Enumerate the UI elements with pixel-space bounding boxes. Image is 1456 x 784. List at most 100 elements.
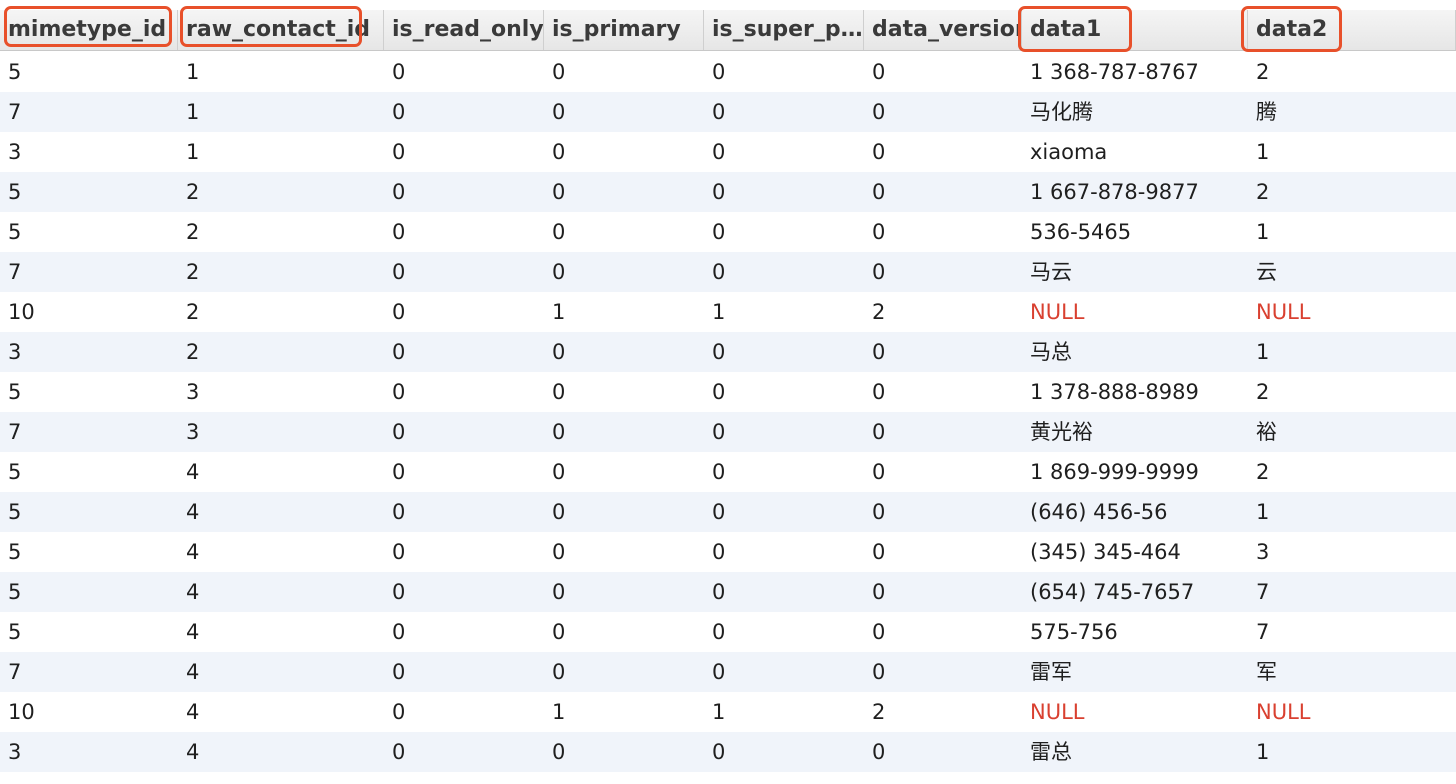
cell-mimetype-id[interactable]: 5: [0, 492, 178, 532]
cell-data-version[interactable]: 0: [864, 412, 1022, 452]
cell-data2[interactable]: 2: [1248, 372, 1456, 412]
cell-data1[interactable]: (345) 345-464: [1022, 532, 1248, 572]
cell-mimetype-id[interactable]: 5: [0, 452, 178, 492]
cell-raw-contact-id[interactable]: 4: [178, 612, 384, 652]
cell-mimetype-id[interactable]: 5: [0, 172, 178, 212]
cell-is-super-primary[interactable]: 0: [704, 732, 864, 772]
column-header-data-version[interactable]: data_version: [864, 10, 1022, 50]
cell-is-primary[interactable]: 0: [544, 172, 704, 212]
cell-data1[interactable]: NULL: [1022, 692, 1248, 732]
column-header-raw-contact-id[interactable]: raw_contact_id: [178, 10, 384, 50]
cell-data-version[interactable]: 0: [864, 492, 1022, 532]
cell-raw-contact-id[interactable]: 4: [178, 532, 384, 572]
cell-mimetype-id[interactable]: 3: [0, 332, 178, 372]
cell-is-read-only[interactable]: 0: [384, 492, 544, 532]
table-row[interactable]: 5200001 667-878-9877 2: [0, 172, 1456, 212]
cell-is-super-primary[interactable]: 0: [704, 452, 864, 492]
table-row[interactable]: 5 4 0 0 0 0 (345) 345-464 3: [0, 532, 1456, 572]
cell-mimetype-id[interactable]: 10: [0, 292, 178, 332]
cell-is-read-only[interactable]: 0: [384, 612, 544, 652]
cell-is-super-primary[interactable]: 0: [704, 652, 864, 692]
cell-is-primary[interactable]: 0: [544, 52, 704, 92]
cell-data2[interactable]: 1: [1248, 732, 1456, 772]
cell-is-primary[interactable]: 0: [544, 572, 704, 612]
table-row[interactable]: 5400001 869-999-9999 2: [0, 452, 1456, 492]
cell-data-version[interactable]: 0: [864, 332, 1022, 372]
cell-raw-contact-id[interactable]: 3: [178, 412, 384, 452]
cell-data2[interactable]: 2: [1248, 452, 1456, 492]
cell-data1[interactable]: 马化腾: [1022, 92, 1248, 132]
table-row[interactable]: 5100001 368-787-8767 2: [0, 52, 1456, 92]
cell-data1[interactable]: 1 368-787-8767: [1022, 52, 1248, 92]
column-header-is-super-primary[interactable]: is_super_p…: [704, 10, 864, 50]
cell-raw-contact-id[interactable]: 1: [178, 52, 384, 92]
cell-data2[interactable]: 3: [1248, 532, 1456, 572]
cell-data-version[interactable]: 0: [864, 212, 1022, 252]
cell-mimetype-id[interactable]: 7: [0, 652, 178, 692]
cell-is-read-only[interactable]: 0: [384, 532, 544, 572]
cell-data2[interactable]: 军: [1248, 652, 1456, 692]
cell-is-super-primary[interactable]: 0: [704, 572, 864, 612]
cell-is-super-primary[interactable]: 0: [704, 492, 864, 532]
cell-raw-contact-id[interactable]: 1: [178, 92, 384, 132]
cell-raw-contact-id[interactable]: 2: [178, 172, 384, 212]
cell-data1[interactable]: 1 869-999-9999: [1022, 452, 1248, 492]
cell-data1[interactable]: (646) 456-56: [1022, 492, 1248, 532]
cell-data2[interactable]: 2: [1248, 52, 1456, 92]
table-row[interactable]: 7 4 0 0 0 0 雷军军: [0, 652, 1456, 692]
cell-is-read-only[interactable]: 0: [384, 452, 544, 492]
table-row[interactable]: 3 2 0 0 0 0 马总 1: [0, 332, 1456, 372]
column-header-is-primary[interactable]: is_primary: [544, 10, 704, 50]
table-row[interactable]: 5 2 0 0 0 0 536-5465 1: [0, 212, 1456, 252]
cell-data-version[interactable]: 0: [864, 252, 1022, 292]
cell-is-read-only[interactable]: 0: [384, 292, 544, 332]
cell-data2[interactable]: NULL: [1248, 292, 1456, 332]
cell-raw-contact-id[interactable]: 2: [178, 292, 384, 332]
cell-raw-contact-id[interactable]: 4: [178, 492, 384, 532]
cell-data1[interactable]: 575-756: [1022, 612, 1248, 652]
table-row[interactable]: 5300001 378-888-8989 2: [0, 372, 1456, 412]
table-row[interactable]: 10 4 0 1 1 2 NULL NULL: [0, 692, 1456, 732]
cell-is-primary[interactable]: 0: [544, 412, 704, 452]
cell-data1[interactable]: 536-5465: [1022, 212, 1248, 252]
column-header-data2[interactable]: data2: [1248, 10, 1456, 50]
cell-data1[interactable]: NULL: [1022, 292, 1248, 332]
cell-data2[interactable]: 2: [1248, 172, 1456, 212]
cell-data-version[interactable]: 0: [864, 172, 1022, 212]
cell-data-version[interactable]: 0: [864, 732, 1022, 772]
cell-is-super-primary[interactable]: 0: [704, 172, 864, 212]
cell-raw-contact-id[interactable]: 1: [178, 132, 384, 172]
cell-data1[interactable]: 马云: [1022, 252, 1248, 292]
cell-mimetype-id[interactable]: 10: [0, 692, 178, 732]
cell-data2[interactable]: 7: [1248, 572, 1456, 612]
column-header-data1[interactable]: data1: [1022, 10, 1248, 50]
cell-is-super-primary[interactable]: 0: [704, 372, 864, 412]
cell-mimetype-id[interactable]: 5: [0, 532, 178, 572]
cell-is-super-primary[interactable]: 0: [704, 212, 864, 252]
cell-is-super-primary[interactable]: 0: [704, 52, 864, 92]
cell-data1[interactable]: 1 667-878-9877: [1022, 172, 1248, 212]
cell-is-primary[interactable]: 0: [544, 332, 704, 372]
cell-data-version[interactable]: 0: [864, 92, 1022, 132]
cell-data1[interactable]: 黄光裕: [1022, 412, 1248, 452]
cell-is-read-only[interactable]: 0: [384, 732, 544, 772]
cell-is-read-only[interactable]: 0: [384, 572, 544, 612]
cell-mimetype-id[interactable]: 5: [0, 212, 178, 252]
table-row[interactable]: 5 4 0 0 0 0 (646) 456-56 1: [0, 492, 1456, 532]
column-header-mimetype-id[interactable]: mimetype_id: [0, 10, 178, 50]
cell-is-primary[interactable]: 0: [544, 732, 704, 772]
cell-data1[interactable]: 马总: [1022, 332, 1248, 372]
table-row[interactable]: 3 1 0 0 0 0 xiaoma 1: [0, 132, 1456, 172]
cell-is-super-primary[interactable]: 1: [704, 692, 864, 732]
cell-data2[interactable]: 1: [1248, 332, 1456, 372]
cell-data2[interactable]: 1: [1248, 132, 1456, 172]
cell-mimetype-id[interactable]: 3: [0, 132, 178, 172]
cell-data2[interactable]: NULL: [1248, 692, 1456, 732]
cell-raw-contact-id[interactable]: 2: [178, 332, 384, 372]
cell-is-primary[interactable]: 0: [544, 452, 704, 492]
table-row[interactable]: 7 2 0 0 0 0 马云云: [0, 252, 1456, 292]
cell-mimetype-id[interactable]: 7: [0, 92, 178, 132]
table-row[interactable]: 5 4 0 0 0 0 (654) 745-7657 7: [0, 572, 1456, 612]
cell-mimetype-id[interactable]: 5: [0, 372, 178, 412]
cell-raw-contact-id[interactable]: 4: [178, 732, 384, 772]
